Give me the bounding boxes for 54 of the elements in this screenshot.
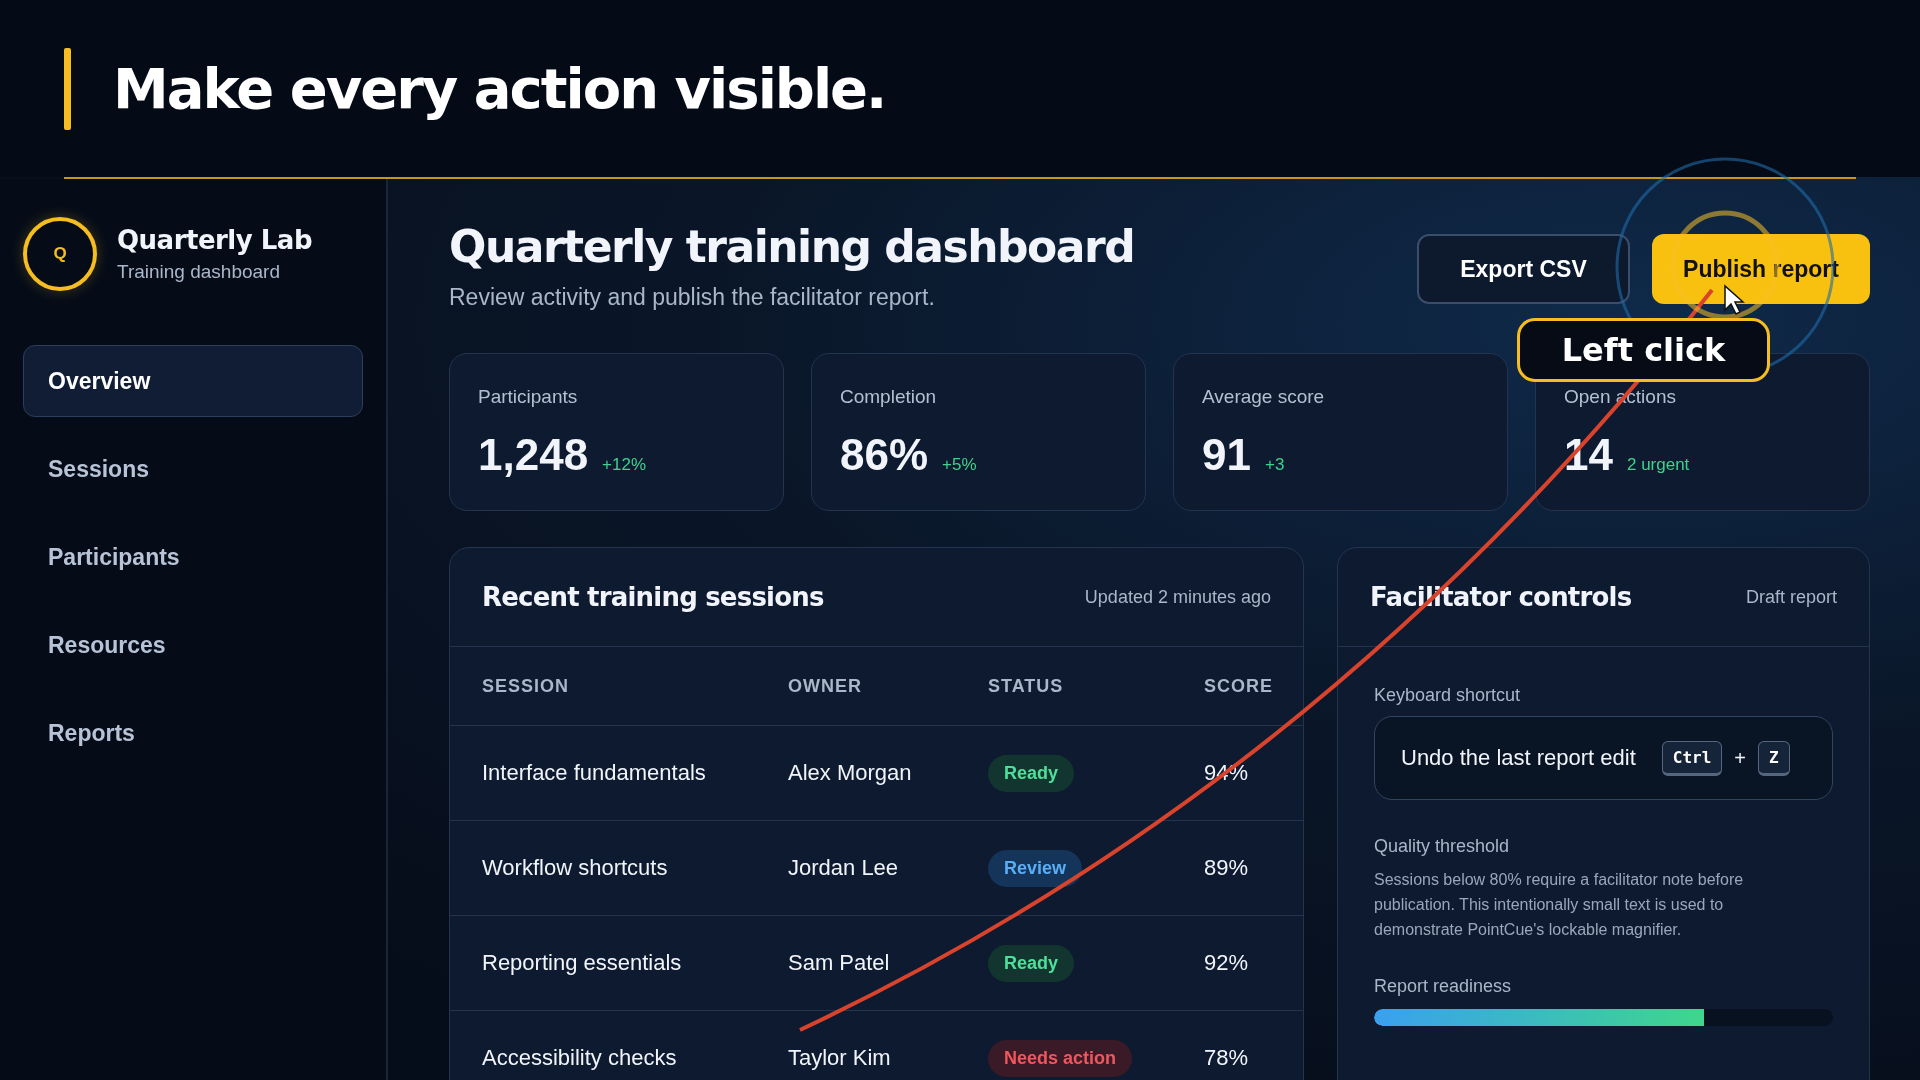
nav-item[interactable]: Sessions [23, 433, 363, 505]
column-header: STATUS [988, 675, 1065, 697]
table-cell-text: 78% [1204, 1045, 1250, 1071]
stat-delta: +12% [602, 455, 647, 475]
cursor-icon [1724, 284, 1745, 315]
stat-delta: +5% [942, 455, 977, 475]
table-cell-text: 92% [1204, 950, 1250, 976]
key-cap: Ctrl [1661, 740, 1723, 776]
status-badge: Needs action [988, 1039, 1133, 1077]
table-cell-text: Jordan Lee [788, 855, 900, 881]
page-subtitle: Review activity and publish the facilitator report. [449, 284, 936, 311]
nav-item[interactable]: Reports [23, 697, 363, 769]
nav-item[interactable]: Resources [23, 609, 363, 681]
status-badge: Review [988, 849, 1083, 887]
draft-label: Draft report [1745, 586, 1837, 608]
column-header: SCORE [1204, 675, 1274, 697]
threshold-label: Quality threshold [1374, 836, 1511, 857]
export-button[interactable]: Export CSV [1417, 234, 1630, 304]
status-badge: Ready [988, 944, 1075, 982]
stat-delta: 2 urgent [1626, 455, 1690, 475]
stat-label: Completion [840, 386, 938, 408]
nav-item[interactable]: Participants [23, 521, 363, 593]
key-cap: Z [1758, 740, 1790, 776]
threshold-text: Sessions below 80% require a facilitator note before publication. This intentionally small text is used to demonstrate PointCue's lockable magnifier. [1374, 870, 1745, 940]
table-cell-text: Accessibility checks [482, 1045, 678, 1071]
slide-title: Make every action visible. [113, 56, 886, 121]
stat-value: 1,248 [478, 430, 589, 480]
stat-value: 91 [1202, 430, 1251, 480]
brand-name: Quarterly Lab [117, 225, 312, 255]
table-cell-text: Alex Morgan [788, 760, 913, 786]
table-cell-text: 89% [1204, 855, 1250, 881]
table-cell-text: Workflow shortcuts [482, 855, 669, 881]
column-header: OWNER [788, 675, 863, 697]
readiness-label: Report readiness [1374, 976, 1513, 997]
logo-badge: Q [23, 217, 97, 291]
stat-value: 86% [840, 430, 929, 480]
status-badge: Ready [988, 754, 1075, 792]
shortcut-label: Keyboard shortcut [1374, 685, 1522, 706]
table-cell-text: Taylor Kim [788, 1045, 892, 1071]
brand-subtitle: Training dashboard [117, 261, 281, 283]
page-title: Quarterly training dashboard [449, 221, 1135, 272]
table-cell-text: Interface fundamentals [482, 760, 707, 786]
nav-item[interactable]: Overview [23, 345, 363, 417]
click-callout: Left click [1517, 318, 1770, 382]
table-cell-text: Reporting essentials [482, 950, 683, 976]
stat-delta: +3 [1264, 455, 1285, 475]
table-cell-text: Sam Patel [788, 950, 891, 976]
updated-label: Updated 2 minutes ago [1084, 586, 1271, 608]
stat-label: Average score [1202, 386, 1326, 408]
column-header: SESSION [482, 675, 571, 697]
panel-title: Recent training sessions [482, 582, 824, 612]
shortcut-text: Undo the last report edit [1401, 745, 1636, 771]
stat-label: Participants [478, 386, 579, 408]
plus-sign: + [1734, 746, 1747, 770]
